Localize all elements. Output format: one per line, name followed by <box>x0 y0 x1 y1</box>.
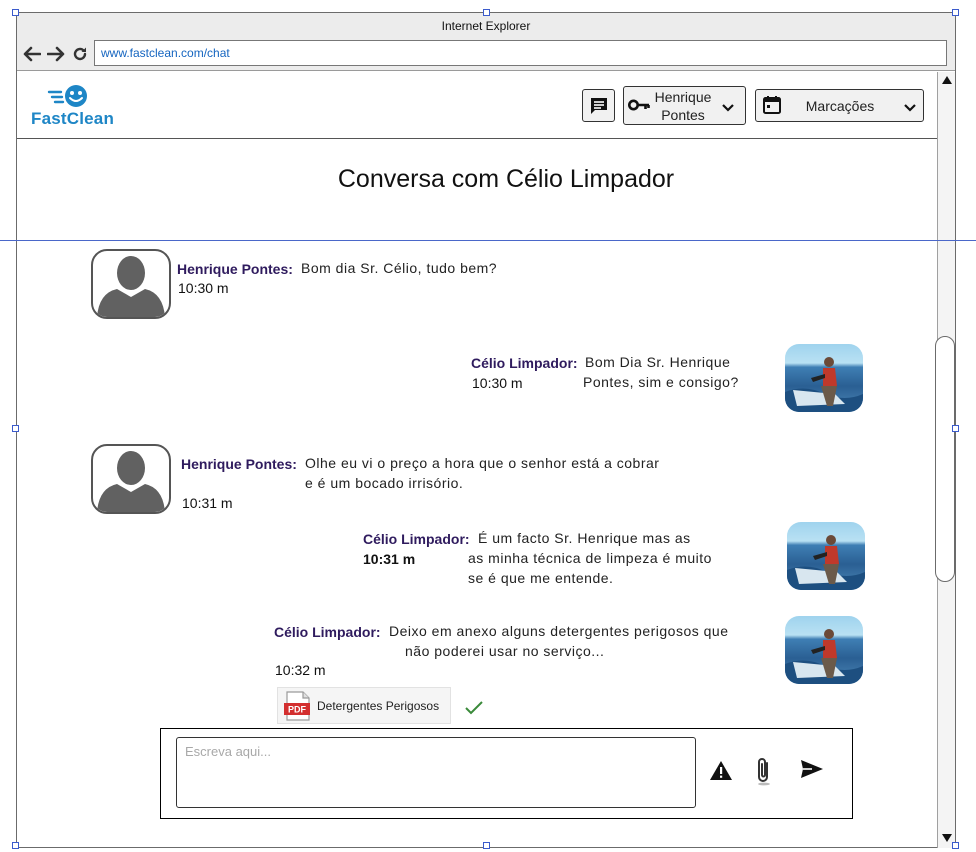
user-placeholder-icon <box>97 451 165 512</box>
avatar <box>785 616 863 684</box>
message-time: 10:30 m <box>472 375 523 391</box>
avatar <box>91 444 171 514</box>
calendar-icon <box>763 95 781 119</box>
selection-handle[interactable] <box>952 9 959 16</box>
message-time: 10:30 m <box>178 280 229 296</box>
message-text: Deixo em anexo alguns detergentes perigo… <box>389 623 729 639</box>
forward-button[interactable] <box>46 44 66 64</box>
arrow-left-icon <box>23 46 41 62</box>
message-time: 10:31 m <box>182 495 233 511</box>
message-sender: Célio Limpador: <box>274 624 381 640</box>
back-button[interactable] <box>22 44 42 64</box>
guide-line <box>0 240 976 241</box>
selection-handle[interactable] <box>12 9 19 16</box>
window-title: Internet Explorer <box>17 13 955 39</box>
report-button[interactable] <box>709 759 733 786</box>
message-text: Bom Dia Sr. Henrique <box>585 354 731 370</box>
message-text: e é um bocado irrisório. <box>305 475 464 491</box>
avatar-photo-image <box>785 629 863 684</box>
message-sender: Henrique Pontes: <box>181 456 297 472</box>
selection-handle[interactable] <box>483 9 490 16</box>
send-button[interactable] <box>800 758 824 785</box>
avatar-photo-image <box>787 535 865 590</box>
message-text: se é que me entende. <box>468 570 614 586</box>
avatar <box>785 344 863 412</box>
user-placeholder-icon <box>97 256 165 317</box>
message-text: Olhe eu vi o preço a hora que o senhor e… <box>305 455 660 471</box>
message-text: É um facto Sr. Henrique mas as <box>478 530 691 546</box>
scroll-up-arrow[interactable] <box>938 72 955 88</box>
send-icon <box>801 760 823 778</box>
message-text: Pontes, sim e consigo? <box>583 374 739 390</box>
pdf-badge-text: PDF <box>288 705 307 715</box>
user-name: Henrique Pontes <box>654 89 712 123</box>
avatar-photo-image <box>785 357 863 412</box>
page-title: Conversa com Célio Limpador <box>337 165 675 193</box>
avatar <box>91 249 171 319</box>
scroll-thumb[interactable] <box>935 336 955 582</box>
key-icon <box>628 98 650 117</box>
selection-handle[interactable] <box>483 842 490 849</box>
chat-icon <box>590 97 607 114</box>
triangle-down-icon <box>941 834 952 842</box>
check-icon <box>464 700 484 721</box>
chat-button[interactable] <box>582 89 615 122</box>
avatar <box>787 522 865 590</box>
warning-icon <box>710 761 732 780</box>
message-text: Bom dia Sr. Célio, tudo bem? <box>301 260 498 276</box>
logo-icon <box>47 85 87 107</box>
message-sender: Célio Limpador: <box>363 531 470 547</box>
refresh-button[interactable] <box>70 44 90 64</box>
triangle-up-icon <box>941 76 952 84</box>
chevron-down-icon <box>903 100 917 118</box>
appointments-label: Marcações <box>805 98 875 114</box>
paperclip-icon <box>758 758 770 786</box>
attach-button[interactable] <box>754 756 774 791</box>
message-text: as minha técnica de limpeza é muito <box>468 550 712 566</box>
message-time: 10:31 m <box>363 551 416 567</box>
attachment-name[interactable]: Detergentes Perigosos <box>317 699 439 713</box>
selection-handle[interactable] <box>952 842 959 849</box>
arrow-right-icon <box>47 46 65 62</box>
selection-handle[interactable] <box>12 425 19 432</box>
logo-text[interactable]: FastClean <box>31 109 114 129</box>
chevron-down-icon <box>721 100 735 118</box>
message-sender: Henrique Pontes: <box>177 261 293 277</box>
selection-handle[interactable] <box>952 425 959 432</box>
selection-handle[interactable] <box>12 842 19 849</box>
message-time: 10:32 m <box>275 662 326 678</box>
message-sender: Célio Limpador: <box>471 355 578 371</box>
message-text: não poderei usar no serviço... <box>405 643 605 659</box>
pdf-icon: PDF <box>284 691 312 726</box>
address-bar[interactable]: www.fastclean.com/chat <box>94 40 947 66</box>
message-input[interactable] <box>176 737 696 808</box>
refresh-icon <box>73 47 87 61</box>
